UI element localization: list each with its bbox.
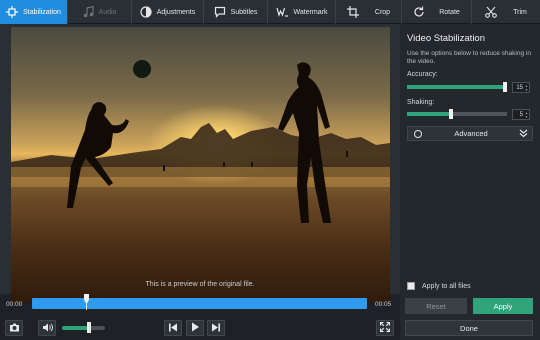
preview-area bbox=[0, 24, 400, 303]
shaking-slider[interactable] bbox=[407, 112, 507, 116]
rotate-icon bbox=[413, 6, 425, 18]
volume-button[interactable] bbox=[38, 320, 56, 336]
watermark-icon bbox=[275, 6, 289, 18]
tab-label: Rotate bbox=[439, 8, 460, 16]
accuracy-value: 15 bbox=[516, 84, 523, 91]
tab-adjustments[interactable]: Adjustments bbox=[132, 0, 204, 24]
tab-label: Audio bbox=[98, 8, 117, 16]
volume-fill bbox=[62, 326, 88, 330]
apply-to-all-option[interactable]: Apply to all files bbox=[407, 282, 471, 290]
crop-icon bbox=[346, 6, 359, 18]
camera-icon bbox=[9, 323, 20, 334]
accuracy-label: Accuracy: bbox=[407, 71, 438, 78]
stabilization-icon bbox=[6, 6, 19, 18]
music-note-icon bbox=[83, 6, 94, 18]
tab-stabilization[interactable]: Stabilization bbox=[0, 0, 68, 24]
tab-label: Subtitles bbox=[230, 8, 258, 16]
volume-slider[interactable] bbox=[62, 326, 105, 330]
tab-label: Crop bbox=[374, 8, 391, 16]
snapshot-button[interactable] bbox=[5, 320, 23, 336]
accuracy-fill bbox=[407, 85, 505, 89]
speech-bubble-icon bbox=[214, 6, 226, 18]
shaking-value: 5 bbox=[519, 111, 523, 118]
tab-label: Stabilization bbox=[23, 8, 61, 16]
shaking-label: Shaking: bbox=[407, 99, 435, 106]
timeline-track[interactable] bbox=[32, 298, 367, 309]
tab-subtitles[interactable]: Subtitles bbox=[204, 0, 268, 24]
advanced-label: Advanced bbox=[454, 129, 488, 138]
tab-label: Trim bbox=[513, 8, 527, 16]
apply-to-all-checkbox[interactable] bbox=[407, 282, 415, 290]
volume-thumb[interactable] bbox=[87, 322, 91, 333]
speaker-icon bbox=[42, 323, 53, 334]
skip-next-icon bbox=[211, 323, 221, 334]
tab-trim[interactable]: Trim bbox=[472, 0, 540, 24]
panel-title: Video Stabilization bbox=[407, 33, 485, 44]
previous-button[interactable] bbox=[164, 320, 182, 336]
shaking-thumb[interactable] bbox=[449, 109, 453, 119]
adjustments-icon bbox=[140, 6, 152, 18]
scissors-icon bbox=[485, 6, 497, 18]
spinner-arrows-icon[interactable]: ▲ ▼ bbox=[525, 84, 528, 92]
accuracy-slider[interactable] bbox=[407, 85, 507, 89]
apply-button[interactable]: Apply bbox=[473, 298, 533, 314]
tab-watermark[interactable]: Watermark bbox=[268, 0, 336, 24]
shaking-fill bbox=[407, 112, 451, 116]
accuracy-value-field[interactable]: 15 ▲ ▼ bbox=[512, 82, 530, 93]
tab-label: Adjustments bbox=[156, 8, 196, 16]
reset-button[interactable]: Reset bbox=[405, 298, 467, 314]
fullscreen-button[interactable] bbox=[376, 320, 394, 336]
double-chevron-down-icon bbox=[519, 129, 528, 140]
shaking-value-field[interactable]: 5 ▲ ▼ bbox=[512, 109, 530, 120]
next-button[interactable] bbox=[207, 320, 225, 336]
play-icon bbox=[190, 322, 200, 334]
play-button[interactable] bbox=[186, 320, 204, 336]
tab-audio[interactable]: Audio bbox=[68, 0, 132, 24]
time-start: 00:00 bbox=[6, 301, 23, 308]
video-preview bbox=[11, 27, 390, 303]
done-button[interactable]: Done bbox=[405, 320, 533, 336]
skip-previous-icon bbox=[168, 323, 178, 334]
time-end: 00:05 bbox=[375, 301, 392, 308]
panel-description: Use the options below to reduce shaking … bbox=[407, 50, 531, 65]
tab-crop[interactable]: Crop bbox=[336, 0, 402, 24]
apply-to-all-label: Apply to all files bbox=[422, 282, 471, 290]
tab-label: Watermark bbox=[293, 8, 328, 16]
fullscreen-icon bbox=[379, 321, 391, 334]
spinner-arrows-icon[interactable]: ▲ ▼ bbox=[525, 111, 528, 119]
accuracy-thumb[interactable] bbox=[503, 82, 507, 92]
toolbar: Stabilization Audio Adjustments Subtitle… bbox=[0, 0, 540, 24]
advanced-toggle[interactable]: Advanced bbox=[407, 126, 533, 141]
tab-rotate[interactable]: Rotate bbox=[402, 0, 472, 24]
preview-caption: This is a preview of the original file. bbox=[145, 281, 255, 288]
